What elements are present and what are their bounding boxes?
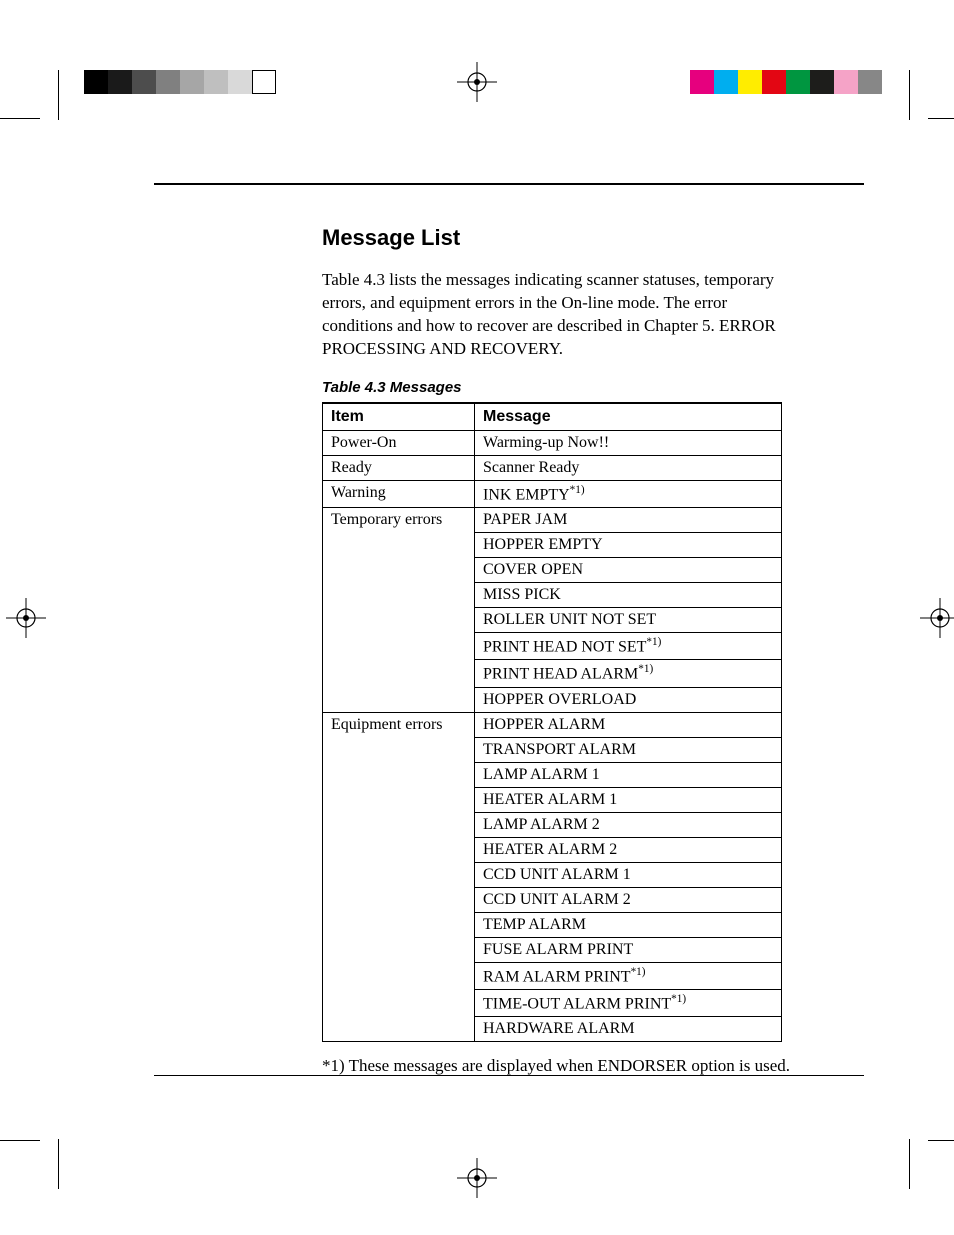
color-swatch xyxy=(762,70,786,94)
registration-mark-icon xyxy=(920,598,954,638)
intro-paragraph: Table 4.3 lists the messages indicating … xyxy=(322,269,782,361)
message-cell: COVER OPEN xyxy=(475,558,782,583)
crop-mark xyxy=(0,118,40,119)
color-swatch xyxy=(786,70,810,94)
color-swatch xyxy=(714,70,738,94)
crop-mark xyxy=(58,1139,59,1189)
gray-swatch xyxy=(180,70,204,94)
table-row: Equipment errorsHOPPER ALARM xyxy=(323,712,782,737)
message-cell: ROLLER UNIT NOT SET xyxy=(475,608,782,633)
message-cell: TIME-OUT ALARM PRINT*1) xyxy=(475,990,782,1017)
message-cell: Scanner Ready xyxy=(475,455,782,480)
gray-swatch xyxy=(84,70,108,94)
registration-mark-icon xyxy=(6,598,46,638)
item-cell: Equipment errors xyxy=(323,712,475,1042)
content-body: Message List Table 4.3 lists the message… xyxy=(322,225,864,1076)
message-cell: HEATER ALARM 2 xyxy=(475,837,782,862)
item-cell: Ready xyxy=(323,455,475,480)
column-header-message: Message xyxy=(475,403,782,431)
color-swatch xyxy=(834,70,858,94)
crop-mark xyxy=(928,1140,954,1141)
message-cell: CCD UNIT ALARM 1 xyxy=(475,862,782,887)
message-cell: Warming-up Now!! xyxy=(475,430,782,455)
message-cell: INK EMPTY*1) xyxy=(475,480,782,507)
message-cell: TEMP ALARM xyxy=(475,912,782,937)
registration-mark-icon xyxy=(457,1158,497,1198)
footnote-marker: *1) xyxy=(671,993,686,1005)
message-cell: LAMP ALARM 1 xyxy=(475,762,782,787)
table-row: ReadyScanner Ready xyxy=(323,455,782,480)
crop-mark xyxy=(909,1139,910,1189)
footnote-marker: *1) xyxy=(638,663,653,675)
gray-swatch xyxy=(252,70,276,94)
message-cell: HARDWARE ALARM xyxy=(475,1017,782,1042)
message-cell: HOPPER OVERLOAD xyxy=(475,687,782,712)
color-swatches xyxy=(690,70,882,94)
color-swatch xyxy=(810,70,834,94)
messages-table: Item Message Power-OnWarming-up Now!!Rea… xyxy=(322,402,782,1043)
registration-mark-icon xyxy=(457,62,497,102)
column-header-item: Item xyxy=(323,403,475,431)
message-cell: LAMP ALARM 2 xyxy=(475,812,782,837)
grayscale-swatches xyxy=(84,70,276,94)
message-cell: HOPPER EMPTY xyxy=(475,533,782,558)
section-heading: Message List xyxy=(322,225,864,251)
message-cell: PRINT HEAD ALARM*1) xyxy=(475,660,782,687)
bottom-rule xyxy=(154,1075,864,1076)
gray-swatch xyxy=(204,70,228,94)
color-swatch xyxy=(738,70,762,94)
message-cell: PRINT HEAD NOT SET*1) xyxy=(475,633,782,660)
message-cell: HOPPER ALARM xyxy=(475,712,782,737)
gray-swatch xyxy=(108,70,132,94)
color-swatch xyxy=(858,70,882,94)
table-body: Power-OnWarming-up Now!!ReadyScanner Rea… xyxy=(323,430,782,1042)
table-row: Power-OnWarming-up Now!! xyxy=(323,430,782,455)
message-cell: TRANSPORT ALARM xyxy=(475,737,782,762)
footnote-marker: *1) xyxy=(570,484,585,496)
gray-swatch xyxy=(156,70,180,94)
message-cell: MISS PICK xyxy=(475,583,782,608)
message-cell: HEATER ALARM 1 xyxy=(475,787,782,812)
item-cell: Power-On xyxy=(323,430,475,455)
footnote-marker: *1) xyxy=(646,636,661,648)
message-cell: RAM ALARM PRINT*1) xyxy=(475,962,782,989)
gray-swatch xyxy=(228,70,252,94)
table-header-row: Item Message xyxy=(323,403,782,431)
message-cell: CCD UNIT ALARM 2 xyxy=(475,887,782,912)
message-cell: PAPER JAM xyxy=(475,508,782,533)
table-footnote: *1) These messages are displayed when EN… xyxy=(322,1056,864,1076)
message-cell: FUSE ALARM PRINT xyxy=(475,937,782,962)
table-row: WarningINK EMPTY*1) xyxy=(323,480,782,507)
table-row: Temporary errorsPAPER JAM xyxy=(323,508,782,533)
crop-mark xyxy=(928,118,954,119)
crop-mark xyxy=(0,1140,40,1141)
page: Message List Table 4.3 lists the message… xyxy=(0,0,954,1235)
item-cell: Warning xyxy=(323,480,475,507)
table-caption: Table 4.3 Messages xyxy=(322,379,864,396)
footnote-marker: *1) xyxy=(631,966,646,978)
color-swatch xyxy=(690,70,714,94)
gray-swatch xyxy=(132,70,156,94)
item-cell: Temporary errors xyxy=(323,508,475,713)
content-frame: Message List Table 4.3 lists the message… xyxy=(154,183,864,1076)
